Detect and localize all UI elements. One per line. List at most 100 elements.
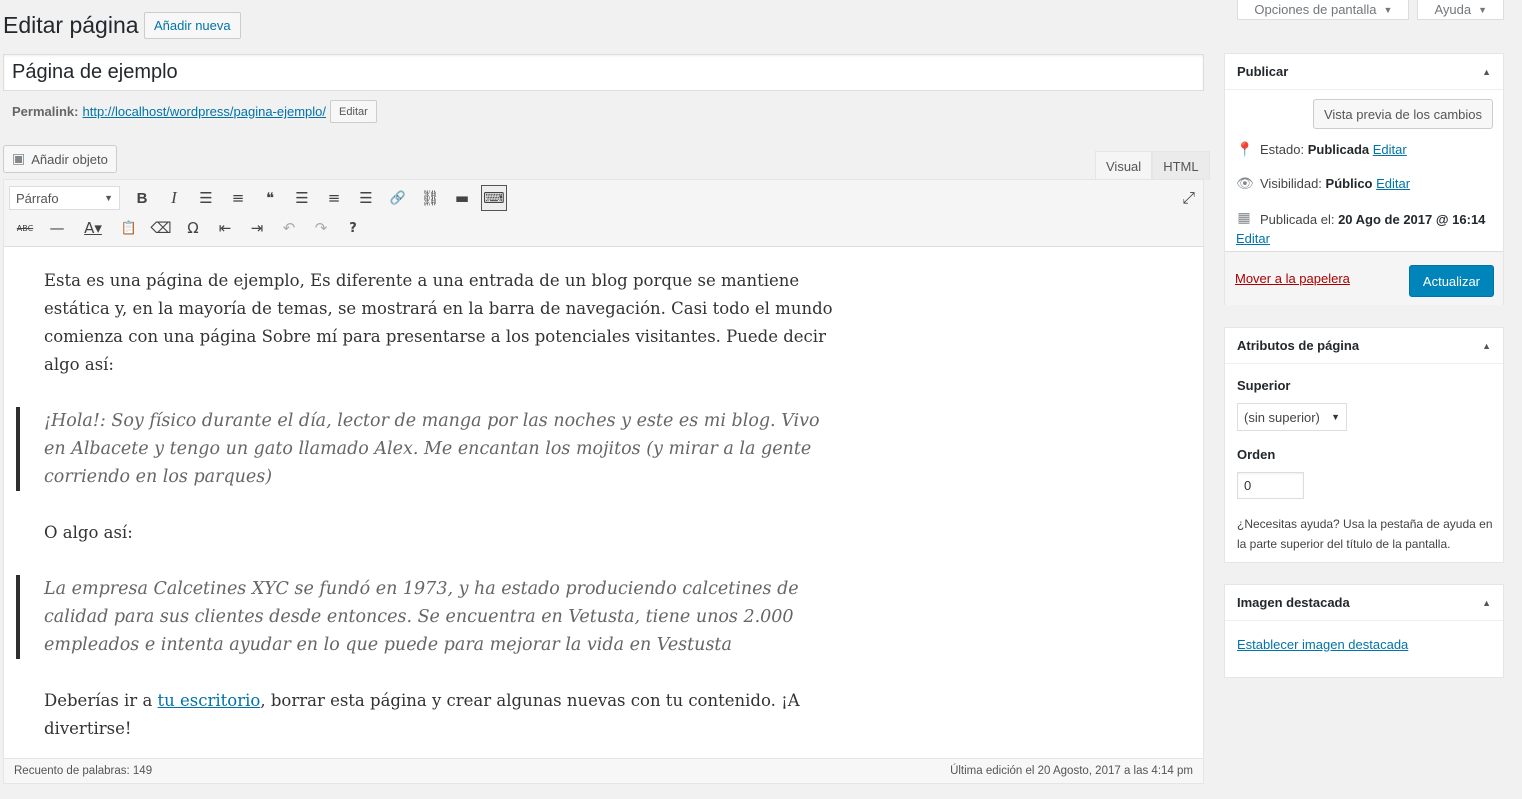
chevron-down-icon: ▼ (1331, 412, 1340, 422)
featured-image-header[interactable]: Imagen destacada ▲ (1225, 585, 1503, 621)
page-attributes-title: Atributos de página (1237, 338, 1360, 353)
permalink-url[interactable]: http://localhost/wordpress/pagina-ejempl… (82, 104, 326, 119)
status-label: Estado: (1260, 142, 1305, 157)
paragraph: Esta es una página de ejemplo, Es difere… (44, 271, 833, 374)
blockquote: La empresa Calcetines XYC se fundó en 19… (16, 575, 834, 659)
add-new-button[interactable]: Añadir nueva (144, 12, 241, 39)
set-featured-image-link[interactable]: Establecer imagen destacada (1237, 637, 1408, 652)
clear-formatting-icon[interactable]: ⌫ (145, 215, 177, 241)
indent-icon[interactable]: ⇥ (241, 215, 273, 241)
blockquote-icon[interactable]: ❝ (254, 185, 286, 211)
permalink-label: Permalink: (12, 104, 79, 119)
fullscreen-icon[interactable]: ⤢ (1182, 188, 1195, 208)
permalink-slug: pagina-ejemplo (233, 104, 323, 119)
published-value: 20 Ago de 2017 @ 16:14 (1338, 212, 1486, 227)
editor-toolbar: Párrafo ▼ B I ☰ ≡ ❝ ☰ ≡ ☰ 🔗 ⛓ ▬ ⌨ ABC — … (4, 180, 1203, 247)
calendar-icon: ▦ (1237, 210, 1251, 226)
help-icon[interactable]: ? (337, 215, 369, 241)
pin-icon: 📍 (1236, 142, 1254, 158)
editor-tabs: Visual HTML (1095, 151, 1210, 180)
featured-image-box: Imagen destacada ▲ Establecer imagen des… (1224, 584, 1504, 678)
paragraph: Deberías ir a tu escritorio, borrar esta… (44, 687, 834, 743)
screen-options-button[interactable]: Opciones de pantalla ▼ (1237, 0, 1410, 20)
paragraph: O algo así: (44, 523, 133, 542)
help-button[interactable]: Ayuda ▼ (1417, 0, 1504, 20)
italic-icon[interactable]: I (158, 185, 190, 211)
caret-down-icon: ▼ (1383, 4, 1393, 15)
strikethrough-icon[interactable]: ABC (9, 215, 41, 241)
publish-box-title: Publicar (1237, 64, 1289, 79)
collapse-arrow-icon[interactable]: ▲ (1482, 67, 1491, 77)
add-media-label: Añadir objeto (31, 151, 108, 167)
edit-status-link[interactable]: Editar (1373, 142, 1407, 157)
align-center-icon[interactable]: ≡ (318, 185, 350, 211)
redo-icon[interactable]: ↷ (305, 215, 337, 241)
collapse-arrow-icon[interactable]: ▲ (1482, 598, 1491, 608)
bold-icon[interactable]: B (126, 185, 158, 211)
status-row: 📍 Estado: Publicada Editar (1236, 142, 1407, 158)
horizontal-line-icon[interactable]: — (41, 215, 73, 241)
editor-status-bar: Recuento de palabras: 149 Última edición… (3, 758, 1204, 784)
update-button[interactable]: Actualizar (1408, 265, 1494, 297)
page-attributes-box: Atributos de página ▲ Superior (sin supe… (1224, 327, 1504, 563)
publish-box: Publicar ▲ Vista previa de los cambios 📍… (1224, 53, 1504, 305)
collapse-arrow-icon[interactable]: ▲ (1482, 341, 1491, 351)
word-count: Recuento de palabras: 149 (14, 765, 153, 777)
post-title-input[interactable]: Página de ejemplo (3, 54, 1204, 91)
preview-changes-button[interactable]: Vista previa de los cambios (1312, 99, 1493, 129)
paste-text-icon[interactable]: 📋 (113, 215, 145, 241)
screen-options-label: Opciones de pantalla (1254, 2, 1377, 17)
blockquote: ¡Hola!: Soy físico durante el día, lecto… (16, 407, 834, 491)
text-color-icon[interactable]: A▾ (73, 215, 113, 241)
featured-image-title: Imagen destacada (1237, 595, 1350, 610)
published-label: Publicada el: (1260, 212, 1335, 227)
numbered-list-icon[interactable]: ≡ (222, 185, 254, 211)
chevron-down-icon: ▼ (104, 193, 113, 203)
bullet-list-icon[interactable]: ☰ (190, 185, 222, 211)
edit-permalink-button[interactable]: Editar (330, 100, 377, 123)
last-edit: Última edición el 20 Agosto, 2017 a las … (950, 765, 1193, 777)
parent-select[interactable]: (sin superior) ▼ (1237, 403, 1347, 431)
link-icon[interactable]: 🔗 (382, 185, 414, 211)
visibility-value: Público (1325, 176, 1373, 191)
toolbar-toggle-icon[interactable]: ⌨ (481, 185, 507, 211)
edit-date-link[interactable]: Editar (1236, 231, 1270, 246)
format-select-value: Párrafo (16, 190, 59, 206)
paragraph-text: Deberías ir a (44, 691, 158, 710)
visibility-row: 👁 Visibilidad: Público Editar (1236, 176, 1410, 192)
order-label: Orden (1237, 447, 1276, 462)
permalink: Permalink: http://localhost/wordpress/pa… (12, 100, 377, 123)
add-media-button[interactable]: ▣ Añadir objeto (3, 145, 117, 173)
special-character-icon[interactable]: Ω (177, 215, 209, 241)
move-to-trash-link[interactable]: Mover a la papelera (1235, 271, 1350, 286)
page-attributes-header[interactable]: Atributos de página ▲ (1225, 328, 1503, 364)
toolbar-row-2: ABC — A▾ 📋 ⌫ Ω ⇤ ⇥ ↶ ↷ ? (9, 215, 369, 241)
permalink-trail: / (322, 104, 327, 119)
toolbar-row-1: Párrafo ▼ B I ☰ ≡ ❝ ☰ ≡ ☰ 🔗 ⛓ ▬ ⌨ (9, 185, 510, 211)
align-left-icon[interactable]: ☰ (286, 185, 318, 211)
visibility-label: Visibilidad: (1260, 176, 1322, 191)
edit-visibility-link[interactable]: Editar (1376, 176, 1410, 191)
format-select[interactable]: Párrafo ▼ (9, 186, 120, 210)
help-text: ¿Necesitas ayuda? Usa la pestaña de ayud… (1237, 517, 1493, 551)
tab-visual[interactable]: Visual (1095, 151, 1153, 180)
eye-icon: 👁 (1236, 176, 1254, 192)
editor: Párrafo ▼ B I ☰ ≡ ❝ ☰ ≡ ☰ 🔗 ⛓ ▬ ⌨ ABC — … (3, 179, 1204, 784)
publish-box-header[interactable]: Publicar ▲ (1225, 54, 1503, 90)
editor-content[interactable]: Esta es una página de ejemplo, Es difere… (4, 247, 874, 791)
tab-html[interactable]: HTML (1152, 151, 1210, 180)
status-value: Publicada (1307, 142, 1370, 157)
publish-actions: Mover a la papelera Actualizar (1225, 251, 1503, 305)
outdent-icon[interactable]: ⇤ (209, 215, 241, 241)
unlink-icon[interactable]: ⛓ (414, 185, 446, 211)
screen-meta-tabs: Opciones de pantalla ▼ Ayuda ▼ (1237, 0, 1504, 20)
read-more-icon[interactable]: ▬ (446, 185, 478, 211)
page-title: Editar página (3, 12, 139, 38)
permalink-base: http://localhost/wordpress/ (82, 104, 234, 119)
published-date-row: ▦ Publicada el: 20 Ago de 2017 @ 16:14 (1236, 210, 1496, 230)
order-input[interactable]: 0 (1237, 472, 1304, 499)
undo-icon[interactable]: ↶ (273, 215, 305, 241)
dashboard-link[interactable]: tu escritorio (158, 691, 261, 710)
align-right-icon[interactable]: ☰ (350, 185, 382, 211)
help-label: Ayuda (1434, 2, 1472, 17)
